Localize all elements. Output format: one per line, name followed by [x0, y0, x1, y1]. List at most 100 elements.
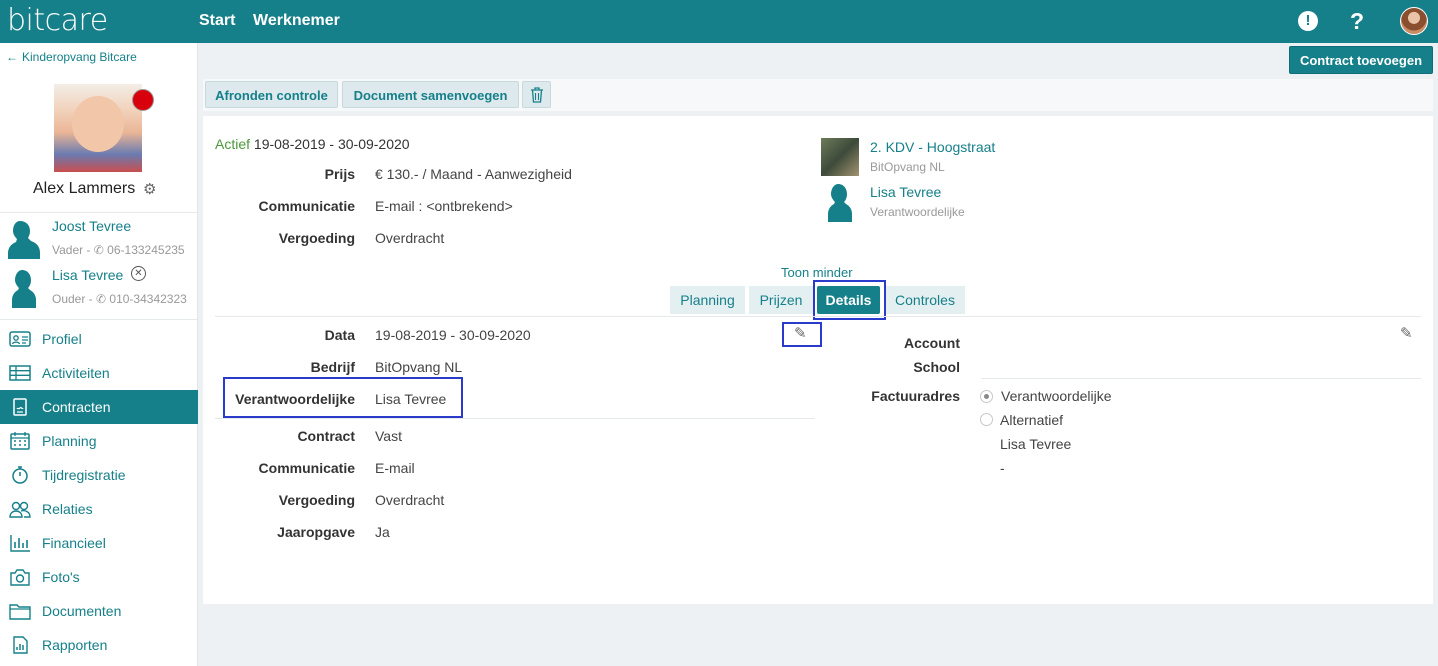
- show-less-link[interactable]: Toon minder: [781, 265, 853, 280]
- radio-label: Alternatief: [1000, 412, 1064, 428]
- finish-check-button[interactable]: Afronden controle: [205, 81, 338, 108]
- field-label: Vergoeding: [278, 230, 355, 246]
- sidebar: ← Kinderopvang Bitcare Alex Lammers ⚙ Joo…: [0, 43, 198, 666]
- alert-icon[interactable]: !: [1298, 11, 1318, 31]
- sidebar-item-label: Foto's: [42, 569, 80, 585]
- bar-chart-icon: [10, 535, 30, 552]
- status-active: Actief: [215, 136, 251, 152]
- field-label: Bedrijf: [310, 359, 355, 375]
- responsible-name[interactable]: Lisa Tevree: [870, 184, 941, 200]
- sidebar-item-relaties[interactable]: Relaties: [0, 492, 198, 526]
- sidebar-item-activiteiten[interactable]: Activiteiten: [0, 356, 198, 390]
- child-photo-face: [72, 96, 124, 152]
- radio-verantwoordelijke[interactable]: [980, 390, 993, 403]
- location-name[interactable]: 2. KDV - Hoogstraat: [870, 139, 995, 155]
- divider: [215, 316, 1421, 317]
- back-link[interactable]: ← Kinderopvang Bitcare: [6, 50, 137, 64]
- add-contract-button[interactable]: Contract toevoegen: [1289, 46, 1433, 74]
- delete-button[interactable]: [522, 81, 551, 108]
- field-value: E-mail : <ontbrekend>: [375, 198, 513, 214]
- contact-name[interactable]: Joost Tevree: [52, 218, 131, 234]
- school-label: School: [913, 359, 960, 375]
- sidebar-item-rapporten[interactable]: Rapporten: [0, 628, 198, 662]
- highlight-box-details-tab: [813, 280, 886, 320]
- nav-start[interactable]: Start: [199, 12, 235, 30]
- radio-alternatief[interactable]: [980, 413, 993, 426]
- sidebar-item-fotos[interactable]: Foto's: [0, 560, 198, 594]
- back-link-label: Kinderopvang Bitcare: [22, 50, 137, 64]
- billing-address: -: [1000, 460, 1005, 476]
- contact-lisa: Lisa Tevree ✕ Ouder - ✆ 010-34342323: [0, 262, 198, 310]
- trash-icon: [530, 87, 543, 103]
- field-label: Data: [324, 327, 355, 343]
- person-silhouette-icon: [12, 270, 36, 308]
- sidebar-item-label: Rapporten: [42, 637, 108, 653]
- field-value: BitOpvang NL: [375, 359, 463, 375]
- divider: [981, 378, 1421, 379]
- tab-controles[interactable]: Controles: [885, 286, 965, 314]
- person-silhouette-icon: [8, 221, 40, 259]
- sidebar-item-label: Contracten: [42, 399, 111, 415]
- contract-toolbar: Afronden controle Document samenvoegen: [203, 79, 1433, 111]
- field-label: Contract: [297, 428, 355, 444]
- contract-icon: [13, 398, 27, 416]
- sidebar-item-label: Financieel: [42, 535, 106, 551]
- child-name: Alex Lammers: [33, 180, 136, 197]
- nav-werknemer[interactable]: Werknemer: [253, 12, 340, 30]
- user-avatar[interactable]: [1400, 7, 1428, 35]
- billing-name: Lisa Tevree: [1000, 436, 1072, 452]
- contact-name[interactable]: Lisa Tevree: [52, 267, 123, 283]
- top-bar: bitcare Start Werknemer ! ?: [0, 0, 1438, 43]
- stopwatch-icon: [12, 466, 28, 484]
- sidebar-item-label: Planning: [42, 433, 97, 449]
- arrow-left-icon: ←: [6, 50, 18, 64]
- contract-period: 19-08-2019 - 30-09-2020: [253, 136, 410, 152]
- table-icon: [9, 365, 31, 381]
- sidebar-item-label: Documenten: [42, 603, 122, 619]
- merge-document-button[interactable]: Document samenvoegen: [342, 81, 519, 108]
- field-label: Vergoeding: [278, 492, 355, 508]
- tab-planning[interactable]: Planning: [670, 286, 745, 314]
- sidebar-item-contracten[interactable]: Contracten: [0, 390, 198, 424]
- highlight-box-edit: [782, 322, 822, 347]
- contact-info: Ouder - ✆ 010-34342323: [52, 292, 187, 306]
- account-label: Account: [904, 335, 960, 351]
- sidebar-item-planning[interactable]: Planning: [0, 424, 198, 458]
- field-label: Jaaropgave: [277, 524, 355, 540]
- sidebar-item-tijdregistratie[interactable]: Tijdregistratie: [0, 458, 198, 492]
- field-label: Communicatie: [258, 198, 355, 214]
- contract-card: Actief 19-08-2019 - 30-09-2020 Prijs € 1…: [203, 116, 1433, 604]
- report-icon: [13, 636, 28, 654]
- field-value: Vast: [375, 428, 402, 444]
- field-label: Communicatie: [258, 460, 355, 476]
- field-value: Ja: [375, 524, 390, 540]
- field-value: 19-08-2019 - 30-09-2020: [375, 327, 531, 343]
- billing-address-label: Factuuradres: [871, 388, 960, 404]
- edit-pencil-icon[interactable]: ✎: [1400, 324, 1413, 342]
- tab-prijzen[interactable]: Prijzen: [749, 286, 813, 314]
- sidebar-item-documenten[interactable]: Documenten: [0, 594, 198, 628]
- gear-icon[interactable]: ⚙: [143, 180, 156, 198]
- field-value: Overdracht: [375, 492, 445, 508]
- child-photo[interactable]: [54, 84, 142, 172]
- sidebar-item-label: Relaties: [42, 501, 93, 517]
- person-silhouette-icon: [828, 184, 852, 222]
- field-label: Prijs: [324, 166, 355, 182]
- field-value: Overdracht: [375, 230, 445, 246]
- contact-joost: Joost Tevree Vader - ✆ 06-133245235: [0, 213, 198, 261]
- highlight-box-verantwoordelijke: [223, 377, 463, 418]
- contact-info: Vader - ✆ 06-133245235: [52, 243, 185, 257]
- location-photo: [821, 138, 859, 176]
- remove-contact-icon[interactable]: ✕: [131, 266, 146, 281]
- sidebar-item-label: Activiteiten: [42, 365, 110, 381]
- sidebar-item-financieel[interactable]: Financieel: [0, 526, 198, 560]
- sidebar-item-profiel[interactable]: Profiel: [0, 322, 198, 356]
- field-value: € 130.- / Maand - Aanwezigheid: [375, 166, 572, 182]
- help-icon[interactable]: ?: [1350, 8, 1364, 35]
- calendar-icon: [10, 432, 30, 450]
- people-icon: [9, 501, 31, 518]
- folder-icon: [9, 604, 31, 620]
- divider: [0, 319, 198, 320]
- bitcare-logo[interactable]: bitcare: [7, 3, 108, 38]
- divider: [215, 418, 815, 419]
